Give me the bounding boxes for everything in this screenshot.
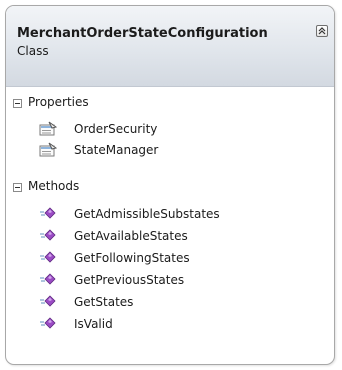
method-item-is-valid[interactable]: IsValid (6, 314, 334, 336)
method-item-get-states[interactable]: GetStates (6, 292, 334, 314)
method-item-get-previous-states[interactable]: GetPreviousStates (6, 270, 334, 292)
class-title: MerchantOrderStateConfiguration (17, 26, 268, 41)
collapse-minus-icon[interactable] (13, 183, 22, 192)
property-icon (39, 121, 57, 136)
property-label: OrderSecurity (74, 122, 158, 136)
method-label: GetFollowingStates (74, 251, 190, 265)
property-item-state-manager[interactable]: StateManager (6, 140, 334, 162)
class-header[interactable]: MerchantOrderStateConfiguration Class (6, 6, 334, 87)
property-icon (39, 142, 57, 157)
section-label-properties: Properties (28, 95, 89, 109)
method-label: GetPreviousStates (74, 273, 185, 287)
method-icon (40, 295, 56, 307)
collapse-chevron-icon[interactable] (316, 25, 328, 37)
method-item-get-admissible-substates[interactable]: GetAdmissibleSubstates (6, 204, 334, 226)
method-icon (40, 273, 56, 285)
method-icon (40, 229, 56, 241)
method-label: GetAvailableStates (74, 229, 188, 243)
method-icon (40, 317, 56, 329)
method-icon (40, 207, 56, 219)
method-item-get-following-states[interactable]: GetFollowingStates (6, 248, 334, 270)
method-icon (40, 251, 56, 263)
properties-section-header[interactable]: Properties (6, 92, 334, 120)
property-item-order-security[interactable]: OrderSecurity (6, 119, 334, 141)
method-item-get-available-states[interactable]: GetAvailableStates (6, 226, 334, 248)
class-shape[interactable]: MerchantOrderStateConfiguration Class Pr… (5, 5, 335, 365)
methods-section-header[interactable]: Methods (6, 176, 334, 204)
section-label-methods: Methods (28, 179, 80, 193)
method-label: GetAdmissibleSubstates (74, 207, 220, 221)
property-label: StateManager (74, 143, 159, 157)
class-stereotype: Class (17, 44, 49, 58)
method-label: IsValid (74, 317, 113, 331)
collapse-minus-icon[interactable] (13, 99, 22, 108)
method-label: GetStates (74, 295, 134, 309)
